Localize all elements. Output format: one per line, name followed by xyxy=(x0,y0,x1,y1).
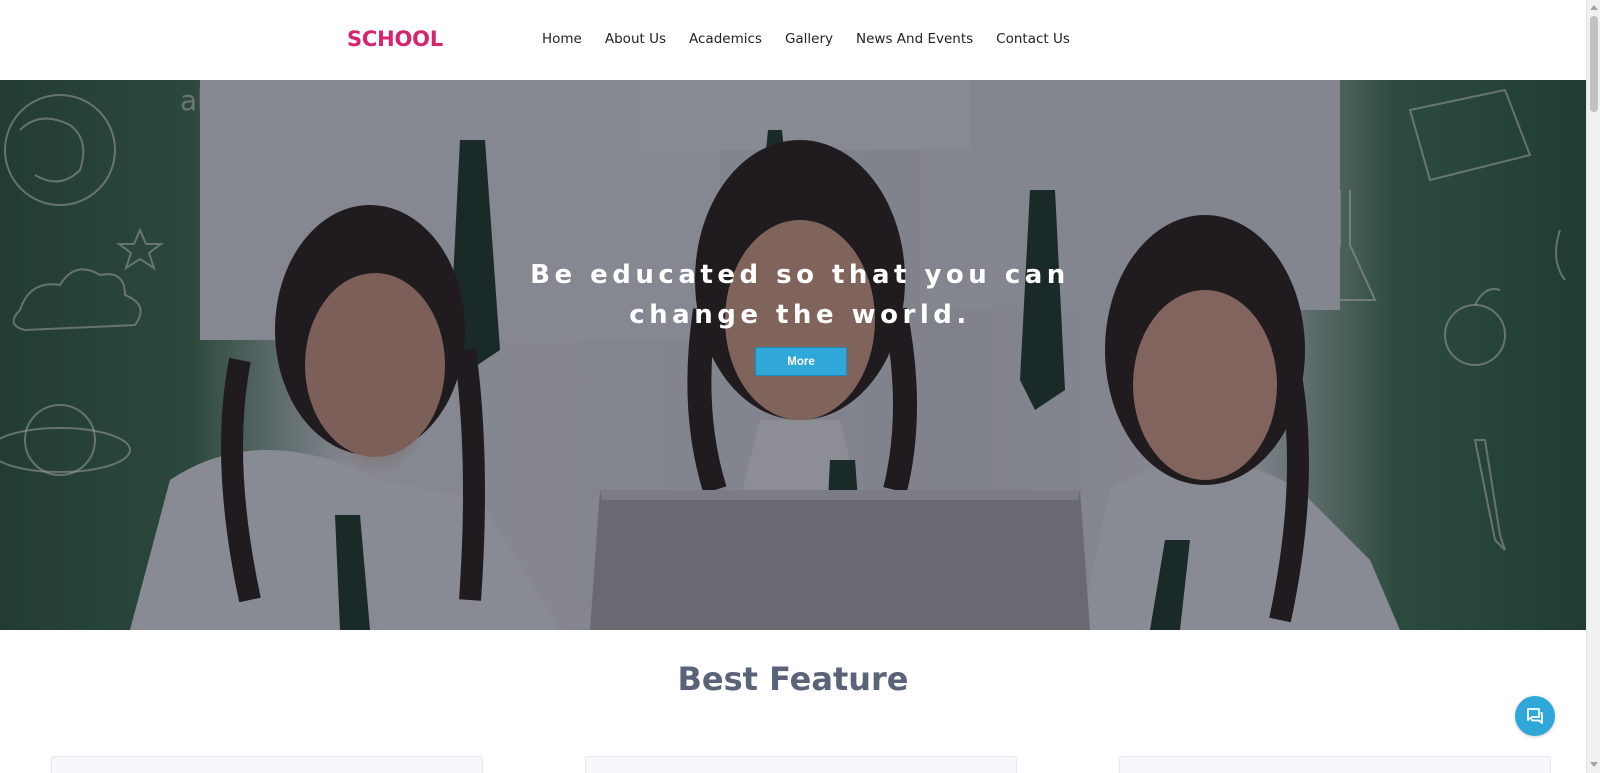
feature-card[interactable] xyxy=(1119,756,1551,773)
feature-card[interactable] xyxy=(585,756,1017,773)
site-header: SCHOOL Home About Us Academics Gallery N… xyxy=(0,0,1586,81)
main-nav: Home About Us Academics Gallery News And… xyxy=(542,31,1093,47)
scroll-thumb[interactable] xyxy=(1590,16,1598,112)
hero-headline: Be educated so that you can change the w… xyxy=(0,255,1586,335)
nav-about-us[interactable]: About Us xyxy=(605,31,666,47)
nav-news-and-events[interactable]: News And Events xyxy=(856,31,973,47)
nav-home[interactable]: Home xyxy=(542,31,582,47)
chat-button[interactable] xyxy=(1515,696,1555,736)
hero-banner: ab+ab O2 xyxy=(0,80,1586,630)
section-title-best-feature: Best Feature xyxy=(677,660,909,698)
site-logo[interactable]: SCHOOL xyxy=(347,27,443,51)
feature-card[interactable] xyxy=(51,756,483,773)
chat-icon xyxy=(1527,708,1543,724)
more-button[interactable]: More xyxy=(755,347,847,376)
page: SCHOOL Home About Us Academics Gallery N… xyxy=(0,0,1586,773)
hero-headline-line1: Be educated so that you can xyxy=(530,260,1070,290)
scroll-down-arrow-icon[interactable] xyxy=(1590,762,1598,767)
nav-gallery[interactable]: Gallery xyxy=(785,31,833,47)
vertical-scrollbar[interactable] xyxy=(1586,0,1600,773)
scroll-up-arrow-icon[interactable] xyxy=(1590,5,1598,10)
nav-contact-us[interactable]: Contact Us xyxy=(996,31,1070,47)
hero-headline-line2: change the world. xyxy=(629,300,971,330)
nav-academics[interactable]: Academics xyxy=(689,31,762,47)
